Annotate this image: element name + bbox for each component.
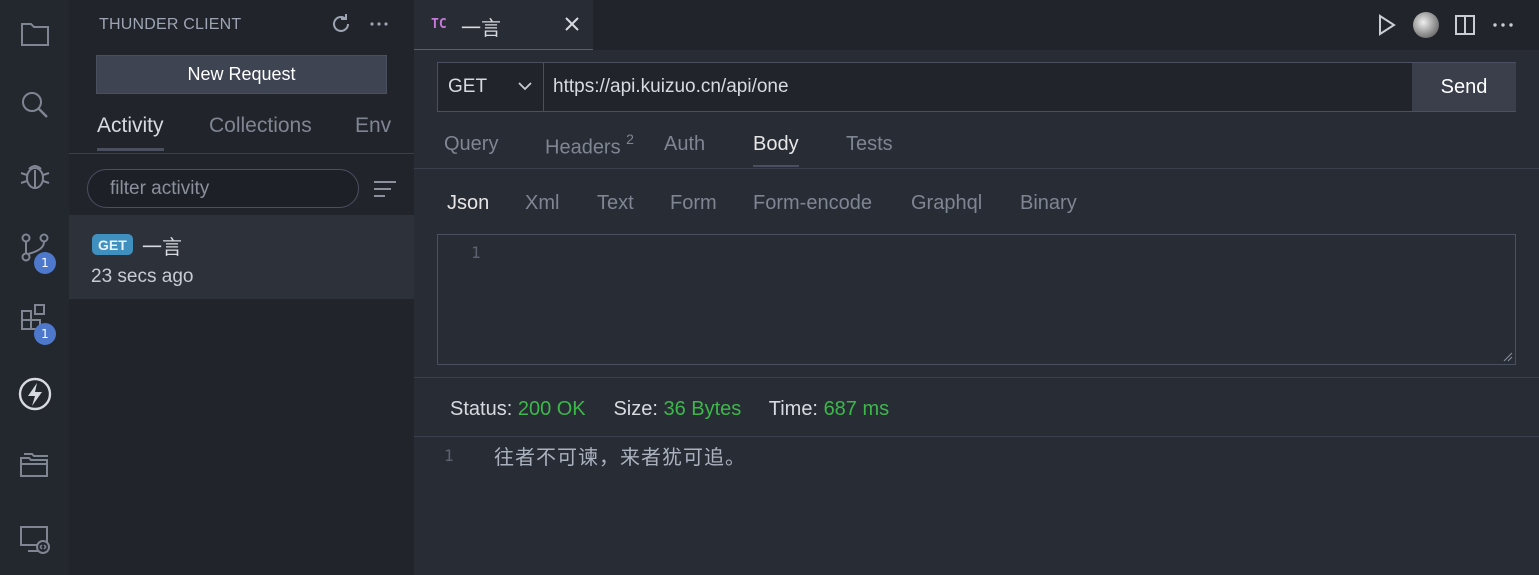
tab-body[interactable]: Body [753,133,799,167]
bug-icon [20,165,49,189]
search-button[interactable] [0,75,69,135]
remote-explorer-icon [19,526,50,554]
files-icon [20,23,49,46]
refresh-icon[interactable] [329,12,353,36]
run-icon[interactable] [1373,12,1399,38]
request-panel: GET Send Query Headers 2 Auth Body Tests… [414,50,1539,575]
source-control-button[interactable]: 1 [0,217,69,277]
source-control-badge: 1 [34,252,56,274]
filter-activity-input[interactable] [87,169,359,208]
extensions-badge: 1 [34,323,56,345]
body-tab-json[interactable]: Json [447,192,489,215]
split-editor-icon[interactable] [1452,12,1478,38]
folders-button[interactable] [0,435,69,495]
request-list-item[interactable]: GET 一言 23 secs ago [69,215,414,299]
method-select[interactable]: GET [438,63,544,111]
search-icon [21,92,48,118]
tab-env[interactable]: Env [355,114,391,148]
more-actions-icon[interactable] [1490,12,1516,38]
new-request-button[interactable]: New Request [96,55,387,94]
request-tabs: Query Headers 2 Auth Body Tests [414,120,1539,169]
response-status-bar: Status: 200 OK Size: 36 Bytes Time: 687 … [450,398,889,421]
send-button[interactable]: Send [1412,63,1516,111]
resize-grip-icon[interactable] [1503,352,1513,362]
remote-explorer-button[interactable] [0,509,69,569]
tab-collections[interactable]: Collections [209,114,312,148]
extensions-button[interactable]: 1 [0,288,69,348]
time-value: 687 ms [823,398,890,420]
body-tab-form[interactable]: Form [670,192,717,215]
method-badge: GET [92,234,133,255]
tab-activity[interactable]: Activity [97,114,164,151]
request-name: 一言 [142,235,182,259]
avatar[interactable] [1413,12,1439,38]
body-tab-form-encode[interactable]: Form-encode [753,192,872,215]
thunder-client-button[interactable] [0,364,69,424]
tab-auth[interactable]: Auth [664,133,705,165]
body-type-tabs: Json Xml Text Form Form-encode Graphql B… [414,188,1539,228]
sidebar-title: THUNDER CLIENT [99,16,242,33]
time-label: Time: [768,398,818,420]
activity-bar: 1 1 [0,0,69,575]
status-label: Status: [450,398,513,420]
editor-tab-label: 一言 [461,16,501,40]
editor-tab-bar: TC 一言 [414,0,1539,50]
body-tab-text[interactable]: Text [597,192,634,215]
lightning-icon [18,377,51,411]
chevron-down-icon [518,82,532,91]
editor-tab[interactable]: TC 一言 [414,0,593,50]
panel-divider[interactable] [414,377,1539,378]
headers-count: 2 [626,131,634,147]
response-body[interactable]: 往者不可谏，来者犹可追。 [494,441,746,470]
status-value: 200 OK [517,398,586,420]
tab-headers[interactable]: Headers 2 [545,131,634,169]
tab-query[interactable]: Query [444,133,498,165]
explorer-button[interactable] [0,4,69,64]
tab-tests[interactable]: Tests [846,133,893,165]
folders-icon [19,453,48,477]
body-tab-graphql[interactable]: Graphql [911,192,982,215]
response-line-number: 1 [444,446,454,465]
thunder-client-sidebar: THUNDER CLIENT New Request Activity Coll… [69,0,414,575]
debug-button[interactable] [0,146,69,206]
body-tab-xml[interactable]: Xml [525,192,559,215]
method-select-value: GET [448,76,488,97]
size-label: Size: [613,398,658,420]
url-input[interactable] [544,63,1411,111]
tab-headers-label: Headers [545,136,621,159]
line-number: 1 [471,243,481,262]
response-divider [414,436,1539,437]
more-actions-icon[interactable] [367,12,391,36]
request-time: 23 secs ago [91,266,194,287]
sidebar-tabs: Activity Collections Env [69,104,414,154]
body-editor[interactable]: 1 [437,234,1516,365]
sort-icon[interactable] [371,176,399,202]
size-value: 36 Bytes [663,398,742,420]
body-tab-binary[interactable]: Binary [1020,192,1077,215]
close-icon[interactable] [562,14,582,34]
thunder-client-tab-icon: TC [431,17,447,32]
url-bar: GET Send [437,62,1516,112]
